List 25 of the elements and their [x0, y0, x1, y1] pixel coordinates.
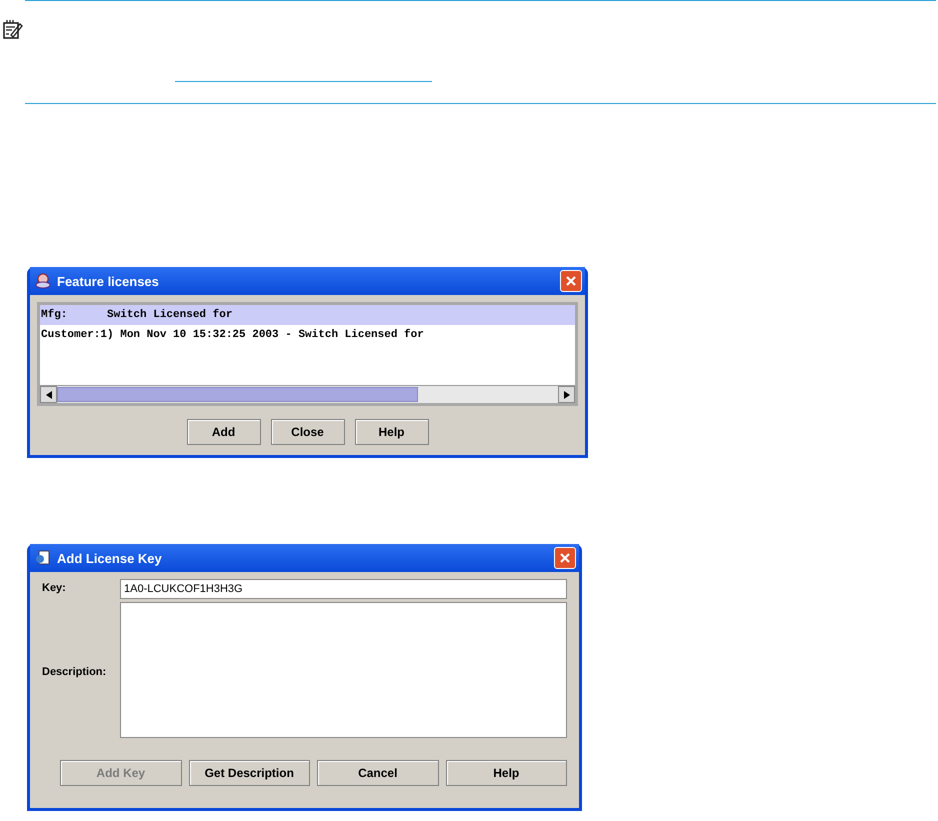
description-label: Description:: [42, 664, 108, 678]
horizontal-scrollbar[interactable]: [40, 385, 575, 403]
close-icon[interactable]: [559, 552, 571, 564]
close-button[interactable]: [554, 547, 576, 569]
left-arrow-icon[interactable]: [46, 390, 52, 398]
key-field[interactable]: 1A0-LCUKCOF1H3H3G: [120, 579, 567, 599]
note-icon: [3, 19, 23, 39]
right-arrow-icon[interactable]: [564, 390, 570, 398]
dialog-button[interactable]: Help: [446, 760, 567, 786]
close-icon[interactable]: [565, 275, 577, 287]
list-row[interactable]: Mfg: Switch Licensed for: [40, 305, 575, 325]
window-title: Feature licenses: [57, 274, 160, 288]
window-title: Add License Key: [57, 550, 163, 566]
dialog-button[interactable]: Get Description: [188, 760, 310, 786]
list-row[interactable]: Customer:1) Mon Nov 10 15:32:25 2003 - Switch Licensed for: [40, 325, 575, 345]
dialog-button[interactable]: Help: [354, 419, 428, 445]
close-button[interactable]: [560, 270, 582, 292]
dialog-button[interactable]: Add: [186, 419, 260, 445]
document-icon: [35, 550, 51, 566]
scroll-thumb[interactable]: [57, 387, 418, 402]
key-label: Key:: [42, 581, 67, 594]
description-field[interactable]: [120, 602, 567, 738]
app-icon: [35, 273, 51, 289]
dialog-button[interactable]: Close: [270, 419, 344, 445]
dialog-button[interactable]: Cancel: [317, 760, 438, 786]
